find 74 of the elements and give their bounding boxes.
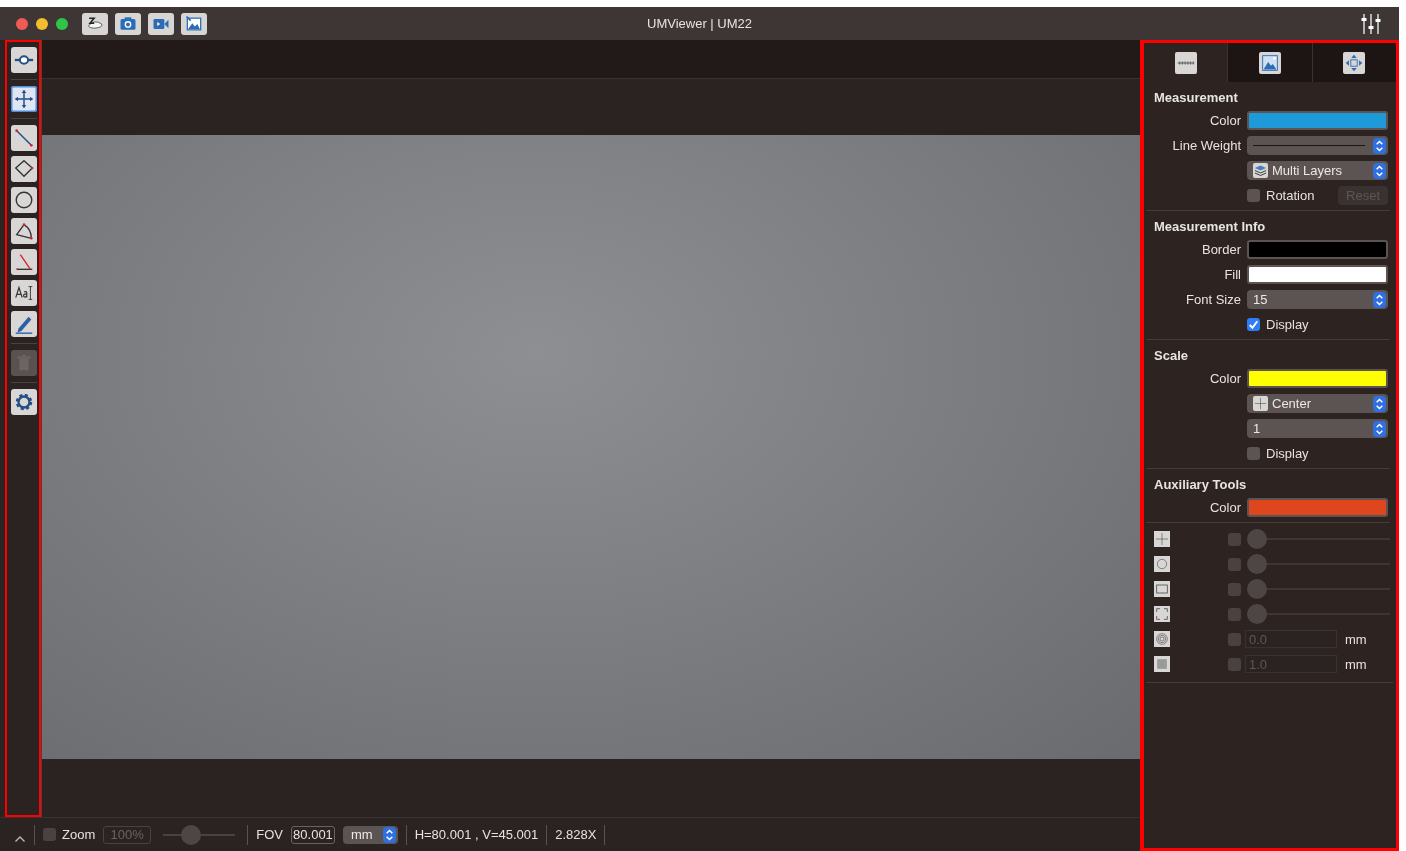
window-title: UMViewer | UM22 [647,16,752,31]
video-camera-icon[interactable] [148,12,174,35]
zoom-button[interactable] [56,17,68,30]
sector-icon[interactable] [10,218,37,244]
dropdown[interactable]: 15 [1247,290,1388,309]
unit-label: mm [1345,656,1367,672]
checkbox-label[interactable]: Display [1266,317,1309,332]
checkbox[interactable] [1247,189,1260,202]
dropdown[interactable]: 1 [1247,419,1388,438]
checkbox[interactable] [1228,607,1241,621]
section-title: Measurement [1154,90,1239,105]
image-icon[interactable] [181,12,207,35]
layers-icon [1253,163,1268,178]
checkbox[interactable] [1228,557,1241,571]
panel-tab[interactable] [1311,43,1396,82]
pen-icon[interactable] [10,311,37,337]
line-weight-select[interactable] [1247,136,1388,155]
panel-tab[interactable] [1227,43,1312,82]
checkbox[interactable] [1228,657,1241,671]
unit-label: mm [1345,631,1367,647]
checkbox[interactable] [1228,632,1241,646]
field-label: Color [1208,371,1242,386]
color-well[interactable] [1247,369,1388,388]
checkbox[interactable] [1247,447,1260,460]
unit-select[interactable]: mm [342,825,398,844]
stepper-icon [1373,420,1386,437]
checkbox[interactable] [1228,582,1241,596]
stepper-icon [1373,291,1386,308]
color-well[interactable] [1247,240,1388,259]
magnification-readout: 2.828X [555,827,597,842]
field-label: Line Weight [1171,138,1242,153]
fov-label: FOV [256,827,283,842]
line-node-icon[interactable] [10,47,37,73]
microscope-icon[interactable] [82,12,108,35]
gear-icon[interactable] [10,389,37,415]
sliders-icon[interactable] [1359,11,1383,36]
corner-frame-icon[interactable] [1154,606,1170,622]
dimensions-readout: H=80.001 , V=45.001 [414,827,539,842]
color-well[interactable] [1247,265,1388,284]
angle-icon[interactable] [10,249,37,275]
fov-field[interactable]: 80.001 [290,825,335,844]
image-icon [1259,51,1281,74]
color-well[interactable] [1247,111,1388,130]
field-label: Color [1208,113,1242,128]
color-well[interactable] [1247,498,1388,517]
camera-icon[interactable] [115,12,141,35]
dropdown[interactable]: Multi Layers [1247,161,1388,180]
section-title: Auxiliary Tools [1154,477,1248,492]
checkbox[interactable] [43,828,56,841]
checkbox-label[interactable]: Display [1266,446,1309,461]
stepper-icon [1373,162,1386,179]
field-label: Color [1208,500,1242,515]
section-title: Measurement Info [1154,219,1267,234]
field-label: Border [1200,242,1242,257]
field-label: Font Size [1185,292,1242,307]
checkbox-label[interactable]: Zoom [62,827,96,842]
concentric-circles-icon[interactable] [1154,631,1170,647]
checkbox-label[interactable]: Rotation [1266,188,1315,203]
fit-view-icon [1343,51,1366,74]
dropdown[interactable]: Center [1247,394,1388,413]
crosshair-icon [1253,396,1268,411]
rectangle-icon[interactable] [1154,581,1170,597]
field-label: Fill [1223,267,1242,282]
move-icon[interactable] [10,86,37,112]
ruler-icon [1174,51,1197,74]
checkbox[interactable] [1228,532,1241,546]
close-button[interactable] [16,17,28,30]
text-tool-icon[interactable] [10,280,37,306]
stepper-icon [1373,395,1386,412]
minimize-button[interactable] [36,17,48,30]
stepper-icon [1373,137,1386,154]
section-title: Scale [1154,348,1189,363]
checkbox[interactable] [1247,318,1260,331]
stepper-icon [382,826,396,843]
